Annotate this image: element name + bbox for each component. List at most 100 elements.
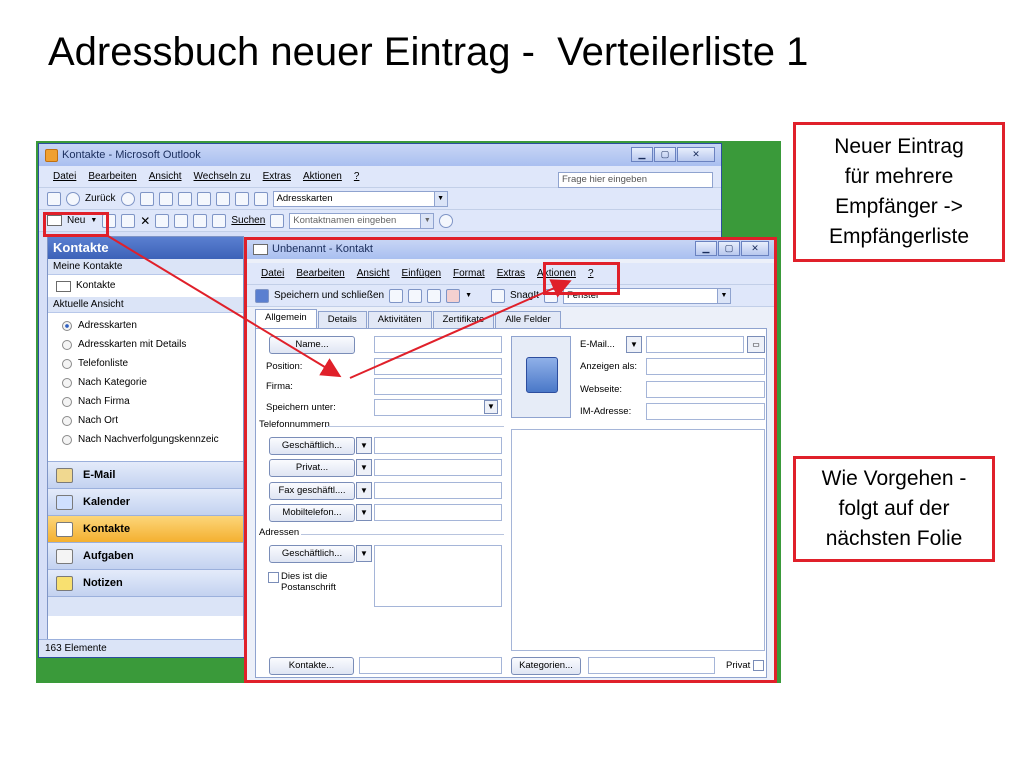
new-dropdown-icon[interactable]: ▼ [90,217,97,224]
save-close-button[interactable]: Speichern und schließen [274,290,384,301]
menu-aktionen[interactable]: Aktionen [531,268,582,279]
radio-icon[interactable] [62,434,72,445]
chevron-down-icon[interactable]: ▼ [433,191,447,206]
menu-format[interactable]: Format [447,268,491,279]
contact-search-input[interactable]: Kontaktnamen eingeben ▼ [289,212,435,229]
minimize-icon[interactable]: ▁ [695,241,717,256]
postal-address-checkbox[interactable] [268,572,279,583]
email-label[interactable]: E-Mail... [580,339,615,350]
flag-icon[interactable] [155,213,170,228]
tab-details[interactable]: Details [317,311,367,328]
nav-button-mail[interactable]: E-Mail [48,461,243,488]
phone-fax-button[interactable]: Fax geschäftl.... [269,482,355,500]
back-button[interactable]: Zurück [85,193,116,204]
address-business-button[interactable]: Geschäftlich... [269,545,355,563]
contacts-button[interactable]: Kontakte... [269,657,354,675]
menu-aktionen[interactable]: Aktionen [297,171,348,182]
phone-private-field[interactable] [374,459,502,476]
flag-icon[interactable] [446,288,461,303]
nav-button-tasks[interactable]: Aufgaben [48,542,243,569]
radio-icon[interactable] [62,358,72,369]
tab-zertifikate[interactable]: Zertifikate [432,311,495,328]
forward-icon[interactable] [120,191,135,206]
notes-field[interactable] [511,429,765,651]
menu-extras[interactable]: Extras [257,171,297,182]
close-icon[interactable]: ✕ [741,241,769,256]
nav-button-calendar[interactable]: Kalender [48,488,243,515]
categories-button[interactable]: Kategorien... [511,657,581,675]
website-field[interactable] [646,381,765,398]
view-icon[interactable] [215,191,230,206]
address-book-icon[interactable] [270,213,285,228]
send-icon[interactable] [253,191,268,206]
undo-icon[interactable] [196,191,211,206]
phone-private-button[interactable]: Privat... [269,459,355,477]
window-combo[interactable]: Fenster ▼ [562,287,731,304]
save-icon[interactable] [255,288,269,303]
view-option[interactable]: Nach Ort [48,411,243,430]
search-icon[interactable] [212,213,227,228]
chevron-down-icon[interactable]: ▼ [716,288,730,303]
contact-photo[interactable] [511,336,571,418]
radio-icon[interactable] [62,396,72,407]
contacts-field[interactable] [359,657,502,674]
categories-field[interactable] [588,657,715,674]
close-icon[interactable]: ✕ [677,147,715,162]
back-icon[interactable] [66,191,80,206]
tab-aktivitaeten[interactable]: Aktivitäten [367,311,432,328]
phone-business-button[interactable]: Geschäftlich... [269,437,355,455]
email-field[interactable] [646,336,744,353]
folder-list-icon[interactable] [158,191,173,206]
private-checkbox[interactable] [753,660,764,671]
menu-extras[interactable]: Extras [491,268,531,279]
im-address-field[interactable] [646,403,765,420]
menu-datei[interactable]: Datei [47,171,82,182]
view-option[interactable]: Nach Kategorie [48,373,243,392]
snagit-window-icon[interactable] [543,288,558,303]
chevron-down-icon[interactable]: ▼ [465,292,472,299]
view-combo[interactable]: Adresskarten ▼ [272,190,448,207]
chevron-down-icon[interactable]: ▼ [484,400,498,414]
menu-wechseln-zu[interactable]: Wechseln zu [188,171,257,182]
print-preview-icon[interactable] [177,191,192,206]
phone-mobile-field[interactable] [374,504,502,521]
chevron-down-icon[interactable]: ▼ [356,482,372,499]
nav-button-contacts[interactable]: Kontakte [48,515,243,542]
chevron-down-icon[interactable]: ▼ [356,504,372,521]
chevron-down-icon[interactable]: ▼ [356,545,372,562]
chevron-down-icon[interactable]: ▼ [420,213,434,228]
menu-help[interactable]: ? [582,268,600,279]
view-option[interactable]: Nach Nachverfolgungskennzeic [48,430,243,449]
radio-icon[interactable] [62,415,72,426]
print-icon[interactable] [102,213,117,228]
menu-datei[interactable]: Datei [255,268,290,279]
radio-selected-icon[interactable] [62,320,72,331]
snagit-button[interactable]: SnagIt [510,290,539,301]
outlook-today-icon[interactable] [47,191,61,206]
contacts-folder-item[interactable]: Kontakte [48,275,243,297]
position-field[interactable] [374,358,502,375]
snagit-icon[interactable] [491,288,506,303]
view-option[interactable]: Adresskarten mit Details [48,335,243,354]
menu-bearbeiten[interactable]: Bearbeiten [290,268,350,279]
menu-ansicht[interactable]: Ansicht [143,171,188,182]
phone-mobile-button[interactable]: Mobiltelefon... [269,504,355,522]
help-icon[interactable] [439,213,454,228]
view-option[interactable]: Adresskarten [48,316,243,335]
phone-fax-field[interactable] [374,482,502,499]
maximize-icon[interactable]: ▢ [718,241,740,256]
view-alt-icon[interactable] [234,191,249,206]
address-field[interactable] [374,545,502,607]
categorize-icon[interactable] [174,213,189,228]
chevron-down-icon[interactable]: ▼ [626,336,642,353]
actions-icon[interactable] [193,213,208,228]
save-icon[interactable] [389,288,404,303]
menu-bearbeiten[interactable]: Bearbeiten [82,171,142,182]
help-search-input[interactable]: Frage hier eingeben [558,172,713,188]
view-option[interactable]: Telefonliste [48,354,243,373]
nav-button-notes[interactable]: Notizen [48,569,243,596]
new-button[interactable]: Neu [67,215,85,226]
minimize-icon[interactable]: ▁ [631,147,653,162]
menu-ansicht[interactable]: Ansicht [351,268,396,279]
maximize-icon[interactable]: ▢ [654,147,676,162]
